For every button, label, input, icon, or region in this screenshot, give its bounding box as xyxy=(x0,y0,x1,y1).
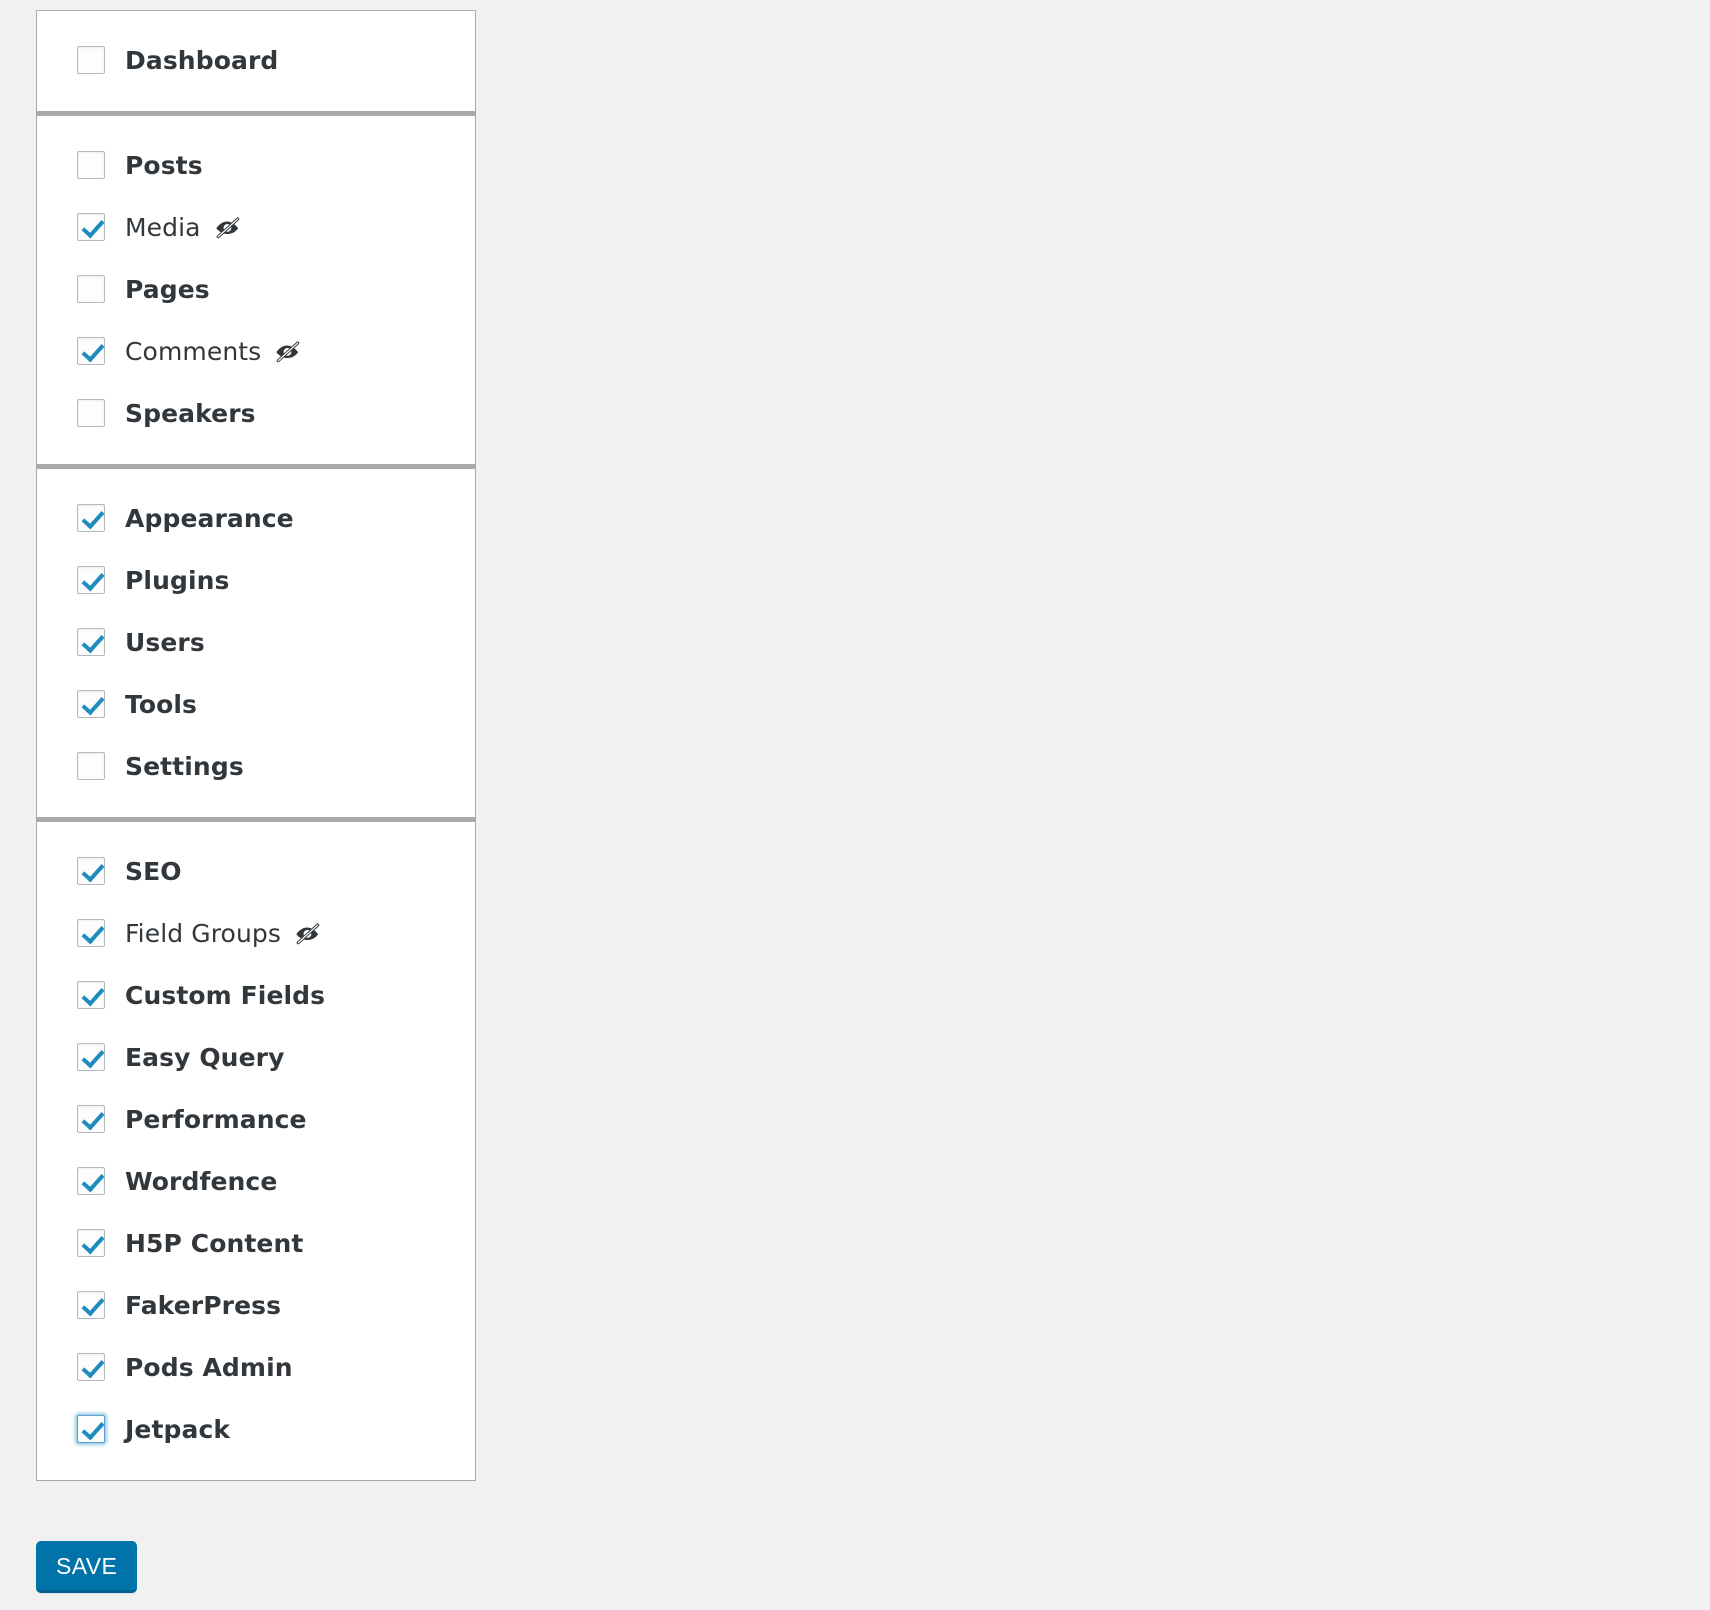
menu-item-field-groups[interactable]: Field Groups xyxy=(37,902,475,964)
menu-item-label: Speakers xyxy=(125,398,256,428)
menu-item-speakers[interactable]: Speakers xyxy=(37,382,475,444)
menu-item-label: Users xyxy=(125,627,205,657)
menu-item-label: Dashboard xyxy=(125,45,279,75)
menu-item-custom-fields[interactable]: Custom Fields xyxy=(37,964,475,1026)
checkbox-media[interactable] xyxy=(77,213,105,241)
menu-item-label: Comments xyxy=(125,336,262,366)
menu-item-label: FakerPress xyxy=(125,1290,282,1320)
menu-item-fakerpress[interactable]: FakerPress xyxy=(37,1274,475,1336)
eye-slash-icon xyxy=(212,214,242,240)
page-root: Dashboard Posts Media Pages Comments Speakers… xyxy=(0,0,1710,1610)
menu-item-appearance[interactable]: Appearance xyxy=(37,487,475,549)
menu-item-h5p-content[interactable]: H5P Content xyxy=(37,1212,475,1274)
menu-item-plugins[interactable]: Plugins xyxy=(37,549,475,611)
menu-visibility-panel: Dashboard Posts Media Pages Comments Speakers… xyxy=(36,10,476,1481)
menu-item-jetpack[interactable]: Jetpack xyxy=(37,1398,475,1460)
checkbox-seo[interactable] xyxy=(77,857,105,885)
checkbox-tools[interactable] xyxy=(77,690,105,718)
menu-item-label: H5P Content xyxy=(125,1228,304,1258)
checkbox-dashboard[interactable] xyxy=(77,46,105,74)
menu-item-label: Custom Fields xyxy=(125,980,326,1010)
checkbox-users[interactable] xyxy=(77,628,105,656)
checkbox-comments[interactable] xyxy=(77,337,105,365)
menu-section-admin: Appearance Plugins Users Tools Settings xyxy=(37,464,475,817)
menu-item-label: Wordfence xyxy=(125,1166,278,1196)
menu-item-label: Plugins xyxy=(125,565,230,595)
menu-item-label: Easy Query xyxy=(125,1042,285,1072)
menu-item-tools[interactable]: Tools xyxy=(37,673,475,735)
checkbox-pages[interactable] xyxy=(77,275,105,303)
menu-item-posts[interactable]: Posts xyxy=(37,134,475,196)
menu-item-label: SEO xyxy=(125,856,182,886)
menu-item-wordfence[interactable]: Wordfence xyxy=(37,1150,475,1212)
checkbox-fakerpress[interactable] xyxy=(77,1291,105,1319)
checkbox-field-groups[interactable] xyxy=(77,919,105,947)
menu-item-label: Settings xyxy=(125,751,244,781)
menu-item-label: Performance xyxy=(125,1104,307,1134)
menu-item-label: Posts xyxy=(125,150,203,180)
menu-item-label: Pages xyxy=(125,274,210,304)
checkbox-jetpack[interactable] xyxy=(77,1415,105,1443)
menu-item-pages[interactable]: Pages xyxy=(37,258,475,320)
menu-item-label: Field Groups xyxy=(125,918,281,948)
checkbox-pods-admin[interactable] xyxy=(77,1353,105,1381)
checkbox-wordfence[interactable] xyxy=(77,1167,105,1195)
checkbox-speakers[interactable] xyxy=(77,399,105,427)
menu-item-label: Appearance xyxy=(125,503,294,533)
menu-section-content: Posts Media Pages Comments Speakers xyxy=(37,111,475,464)
menu-item-easy-query[interactable]: Easy Query xyxy=(37,1026,475,1088)
eye-slash-icon xyxy=(292,920,322,946)
save-button[interactable]: SAVE xyxy=(36,1541,138,1593)
menu-section-primary: Dashboard xyxy=(37,11,475,111)
menu-item-label: Pods Admin xyxy=(125,1352,293,1382)
checkbox-posts[interactable] xyxy=(77,151,105,179)
menu-item-media[interactable]: Media xyxy=(37,196,475,258)
checkbox-plugins[interactable] xyxy=(77,566,105,594)
menu-item-pods-admin[interactable]: Pods Admin xyxy=(37,1336,475,1398)
eye-slash-icon xyxy=(272,338,302,364)
checkbox-settings[interactable] xyxy=(77,752,105,780)
checkbox-performance[interactable] xyxy=(77,1105,105,1133)
menu-section-plugins: SEO Field Groups Custom Fields Easy Query Pe… xyxy=(37,817,475,1480)
checkbox-h5p-content[interactable] xyxy=(77,1229,105,1257)
checkbox-appearance[interactable] xyxy=(77,504,105,532)
menu-item-label: Media xyxy=(125,212,201,242)
menu-item-settings[interactable]: Settings xyxy=(37,735,475,797)
checkbox-easy-query[interactable] xyxy=(77,1043,105,1071)
menu-item-label: Tools xyxy=(125,689,198,719)
menu-item-dashboard[interactable]: Dashboard xyxy=(37,29,475,91)
menu-item-performance[interactable]: Performance xyxy=(37,1088,475,1150)
menu-item-label: Jetpack xyxy=(125,1414,231,1444)
menu-item-comments[interactable]: Comments xyxy=(37,320,475,382)
menu-item-seo[interactable]: SEO xyxy=(37,840,475,902)
checkbox-custom-fields[interactable] xyxy=(77,981,105,1009)
menu-item-users[interactable]: Users xyxy=(37,611,475,673)
